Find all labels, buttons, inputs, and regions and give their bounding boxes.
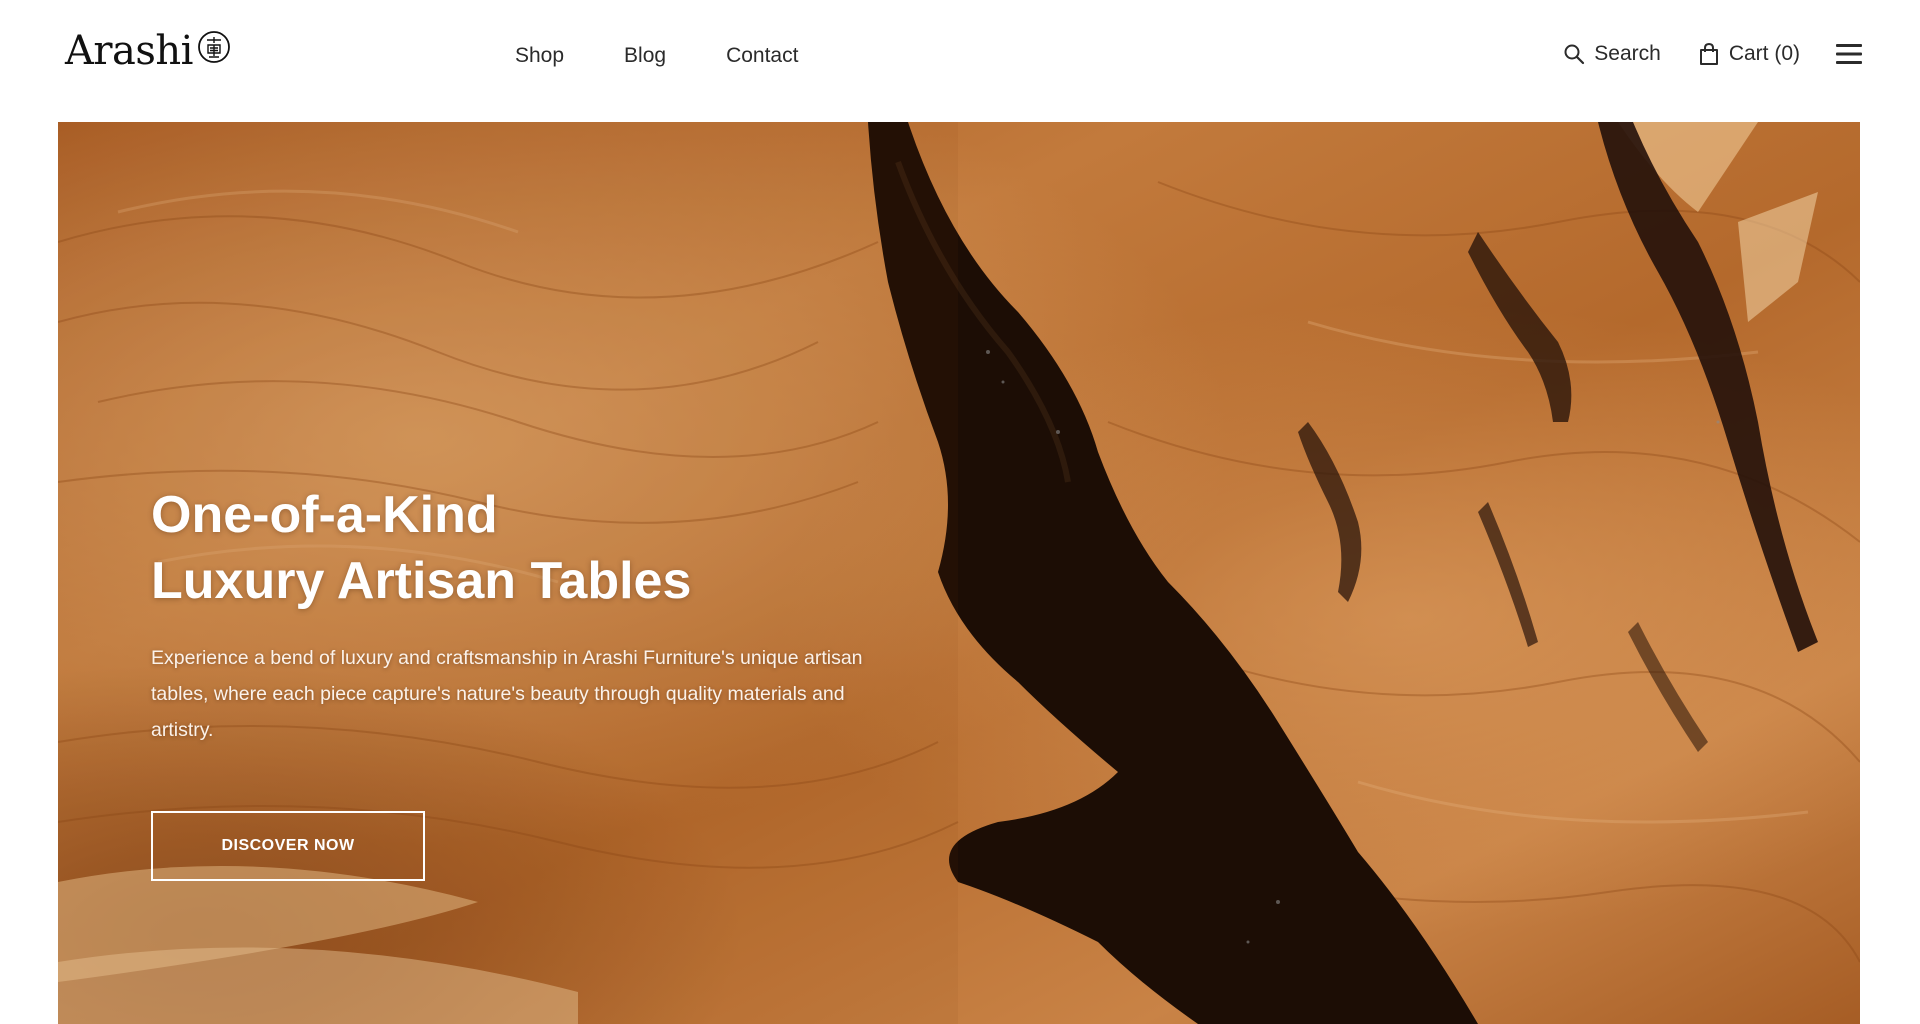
bag-icon: [1699, 42, 1718, 65]
main-nav: Shop Blog Contact: [515, 44, 798, 68]
hero-banner: One-of-a-Kind Luxury Artisan Tables Expe…: [58, 122, 1860, 1024]
hero-title-line-1: One-of-a-Kind: [151, 486, 498, 544]
logo-emblem-icon: [198, 31, 230, 63]
hero-title: One-of-a-Kind Luxury Artisan Tables: [151, 482, 971, 614]
utility-nav: Search Cart (0): [1562, 42, 1862, 66]
nav-contact[interactable]: Contact: [726, 44, 798, 68]
cart-button[interactable]: Cart (0): [1697, 42, 1800, 66]
hero-title-line-2: Luxury Artisan Tables: [151, 552, 692, 610]
search-label: Search: [1594, 42, 1661, 65]
discover-now-button[interactable]: DISCOVER NOW: [151, 811, 425, 881]
nav-blog[interactable]: Blog: [624, 44, 666, 68]
cart-label: Cart (0): [1728, 42, 1800, 65]
site-header: Arashi Shop Blog Contact Search Cart (0): [0, 0, 1920, 122]
search-button[interactable]: Search: [1562, 42, 1661, 66]
hamburger-menu-icon[interactable]: [1836, 43, 1862, 65]
hero-content: One-of-a-Kind Luxury Artisan Tables Expe…: [151, 482, 971, 748]
brand-name: Arashi: [65, 28, 193, 74]
search-icon: [1564, 44, 1585, 65]
nav-shop[interactable]: Shop: [515, 44, 564, 68]
brand-logo[interactable]: Arashi: [65, 28, 231, 74]
hero-description: Experience a bend of luxury and craftsma…: [151, 647, 863, 741]
